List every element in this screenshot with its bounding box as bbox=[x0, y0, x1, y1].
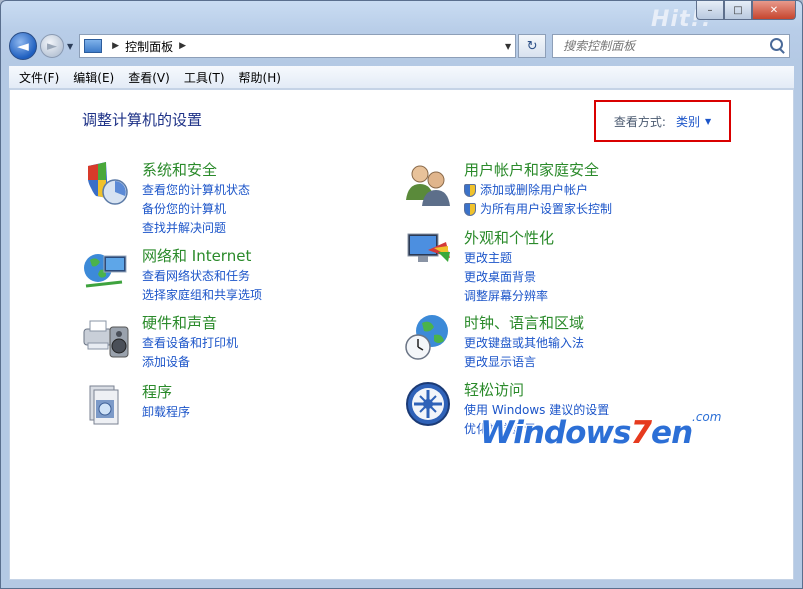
category-link[interactable]: 查看您的计算机状态 bbox=[142, 181, 250, 200]
category-link[interactable]: 更改键盘或其他输入法 bbox=[464, 334, 584, 353]
minimize-button[interactable]: – bbox=[696, 1, 724, 20]
close-button[interactable]: ✕ bbox=[752, 1, 796, 20]
category-title[interactable]: 程序 bbox=[142, 382, 190, 402]
chevron-down-icon[interactable]: ▼ bbox=[705, 117, 711, 126]
category-link[interactable]: 备份您的计算机 bbox=[142, 200, 250, 219]
category-link[interactable]: 卸载程序 bbox=[142, 403, 190, 422]
back-button[interactable]: ◄ bbox=[9, 32, 37, 60]
view-by-label: 查看方式: bbox=[613, 114, 666, 129]
maximize-button[interactable]: □ bbox=[724, 1, 752, 20]
category-link[interactable]: 更改显示语言 bbox=[464, 353, 584, 372]
category-link[interactable]: 添加或删除用户帐户 bbox=[464, 181, 612, 200]
category-link[interactable]: 更改主题 bbox=[464, 249, 554, 268]
view-by-control: 查看方式: 类别 ▼ bbox=[594, 100, 731, 142]
address-dropdown-icon[interactable]: ▼ bbox=[505, 42, 511, 51]
page-title: 调整计算机的设置 bbox=[82, 111, 203, 129]
breadcrumb-separator-icon[interactable]: ▶ bbox=[179, 41, 186, 51]
clock-region-icon bbox=[405, 315, 448, 360]
menu-edit[interactable]: 编辑(E) bbox=[73, 69, 114, 86]
breadcrumb-separator-icon[interactable]: ▶ bbox=[112, 41, 119, 51]
category-link[interactable]: 查看网络状态和任务 bbox=[142, 267, 262, 286]
menu-file[interactable]: 文件(F) bbox=[19, 69, 59, 86]
address-bar[interactable]: ▶ 控制面板 ▶ ▼ bbox=[79, 34, 517, 58]
category-title[interactable]: 网络和 Internet bbox=[142, 246, 262, 266]
category-link[interactable]: 选择家庭组和共享选项 bbox=[142, 286, 262, 305]
search-input[interactable] bbox=[561, 38, 766, 54]
control-panel-window: Hit!! – □ ✕ ◄ ► ▼ ▶ 控制面板 ▶ ▼ ↻ 文件(F) 编辑(… bbox=[0, 0, 803, 589]
link-text[interactable]: 为所有用户设置家长控制 bbox=[480, 200, 612, 219]
hardware-sound-icon bbox=[83, 320, 129, 358]
menu-view[interactable]: 查看(V) bbox=[128, 69, 170, 86]
programs-icon bbox=[89, 385, 119, 425]
menu-help[interactable]: 帮助(H) bbox=[239, 69, 281, 86]
menu-tools[interactable]: 工具(T) bbox=[184, 69, 225, 86]
view-by-dropdown[interactable]: 类别 bbox=[676, 113, 700, 130]
link-text[interactable]: 添加或删除用户帐户 bbox=[480, 181, 588, 200]
category-link[interactable]: 查看设备和打印机 bbox=[142, 334, 238, 353]
watermark-logo: Windows7en bbox=[480, 415, 693, 451]
category-link[interactable]: 添加设备 bbox=[142, 353, 238, 372]
appearance-icon bbox=[407, 233, 450, 262]
category-title[interactable]: 用户帐户和家庭安全 bbox=[464, 160, 612, 180]
forward-button[interactable]: ► bbox=[40, 34, 64, 58]
category-link[interactable]: 查找并解决问题 bbox=[142, 219, 250, 238]
watermark-domain: .com bbox=[692, 410, 722, 424]
control-panel-icon bbox=[84, 39, 103, 53]
category-link[interactable]: 更改桌面背景 bbox=[464, 268, 554, 287]
category-title[interactable]: 轻松访问 bbox=[464, 380, 609, 400]
breadcrumb-control-panel[interactable]: 控制面板 bbox=[125, 38, 173, 55]
navigation-bar: ◄ ► ▼ ▶ 控制面板 ▶ ▼ ↻ bbox=[9, 31, 794, 61]
uac-shield-icon bbox=[464, 184, 476, 197]
category-link[interactable]: 调整屏幕分辨率 bbox=[464, 287, 554, 306]
search-icon[interactable] bbox=[770, 38, 784, 51]
caption-buttons: – □ ✕ bbox=[696, 1, 796, 20]
category-title[interactable]: 外观和个性化 bbox=[464, 228, 554, 248]
search-box[interactable] bbox=[552, 34, 791, 58]
menu-bar: 文件(F) 编辑(E) 查看(V) 工具(T) 帮助(H) bbox=[9, 66, 794, 89]
system-security-icon bbox=[88, 162, 128, 205]
category-title[interactable]: 系统和安全 bbox=[142, 160, 250, 180]
user-accounts-icon bbox=[406, 165, 450, 206]
ease-of-access-icon bbox=[406, 382, 450, 426]
refresh-button[interactable]: ↻ bbox=[518, 34, 547, 58]
content-area: 调整计算机的设置 查看方式: 类别 ▼ 系统和安全 查看您的计算机状态 备份您的… bbox=[9, 89, 794, 580]
category-title[interactable]: 硬件和声音 bbox=[142, 313, 238, 333]
category-title[interactable]: 时钟、语言和区域 bbox=[464, 313, 584, 333]
recent-pages-dropdown-icon[interactable]: ▼ bbox=[67, 42, 73, 51]
uac-shield-icon bbox=[464, 203, 476, 216]
category-link[interactable]: 为所有用户设置家长控制 bbox=[464, 200, 612, 219]
network-icon bbox=[84, 254, 127, 288]
